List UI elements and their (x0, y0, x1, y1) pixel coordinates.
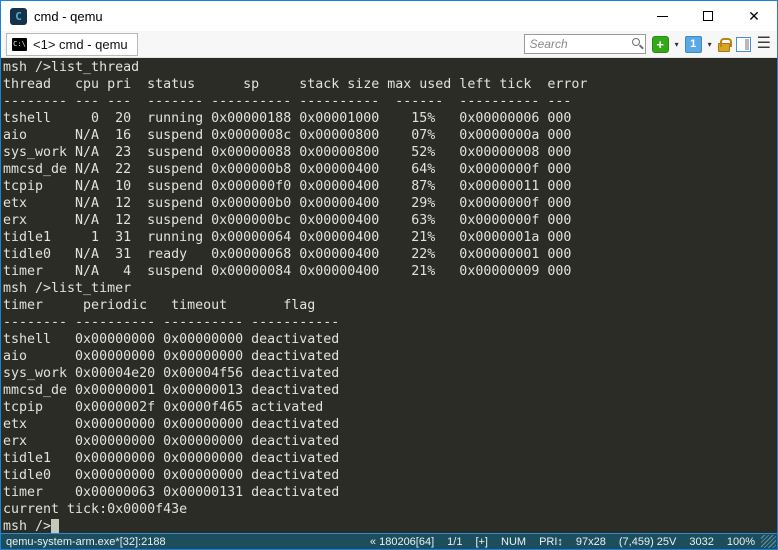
tab-bar: C:\ <1> cmd - qemu + ▾ 1 ▾ ☰ (1, 31, 777, 58)
new-console-button[interactable]: + (652, 36, 669, 53)
status-bar: qemu-system-arm.exe*[32]:2188 « 180206[6… (1, 533, 777, 549)
status-pid[interactable]: 3032 (689, 536, 713, 548)
status-process-info[interactable]: qemu-system-arm.exe*[32]:2188 (1, 536, 166, 548)
terminal-area[interactable]: msh />list_thread thread cpu pri status … (1, 58, 777, 533)
window-controls: ✕ (639, 1, 777, 31)
toolbar: + ▾ 1 ▾ ☰ (524, 34, 777, 54)
console-list-dropdown-icon[interactable]: ▾ (708, 40, 712, 49)
active-console-button[interactable]: 1 (685, 36, 702, 53)
terminal-cursor (51, 519, 59, 533)
lock-icon[interactable] (718, 43, 730, 52)
maximize-button[interactable] (685, 1, 731, 31)
status-priority-indicator[interactable]: PRI↕ (539, 536, 563, 548)
app-icon: C (10, 8, 27, 25)
titlebar: C cmd - qemu ✕ (1, 1, 777, 31)
status-numlock-indicator[interactable]: NUM (501, 536, 526, 548)
search-input[interactable] (524, 34, 646, 54)
status-cursor-info[interactable]: (7,459) 25V (619, 536, 676, 548)
status-right-segments: « 180206[64] 1/1 [+] NUM PRI↕ 97x28 (7,4… (370, 536, 777, 548)
new-console-dropdown-icon[interactable]: ▾ (675, 40, 679, 49)
status-zoom[interactable]: 100% (727, 536, 755, 548)
tab-label: <1> cmd - qemu (33, 37, 128, 52)
status-sync-indicator[interactable]: [+] (475, 536, 488, 548)
scroll-panel-icon[interactable] (736, 37, 751, 52)
cmd-icon: C:\ (12, 38, 27, 51)
window-title: cmd - qemu (34, 9, 103, 24)
maximize-icon (703, 11, 713, 21)
tab-cmd-qemu[interactable]: C:\ <1> cmd - qemu (6, 33, 138, 56)
status-tab-index[interactable]: 1/1 (447, 536, 462, 548)
terminal-text: msh />list_thread thread cpu pri status … (3, 60, 587, 533)
conemu-window: C cmd - qemu ✕ C:\ <1> cmd - qemu + ▾ 1 … (0, 0, 778, 550)
status-buffer-info[interactable]: « 180206[64] (370, 536, 434, 548)
close-icon: ✕ (748, 11, 760, 21)
minimize-icon (657, 16, 668, 17)
search-container (524, 34, 646, 54)
close-button[interactable]: ✕ (731, 1, 777, 31)
search-icon (632, 38, 640, 46)
status-console-size[interactable]: 97x28 (576, 536, 606, 548)
minimize-button[interactable] (639, 1, 685, 31)
menu-icon[interactable]: ☰ (757, 37, 771, 51)
terminal-output: msh />list_thread thread cpu pri status … (3, 59, 777, 533)
resize-grip[interactable] (761, 535, 776, 548)
